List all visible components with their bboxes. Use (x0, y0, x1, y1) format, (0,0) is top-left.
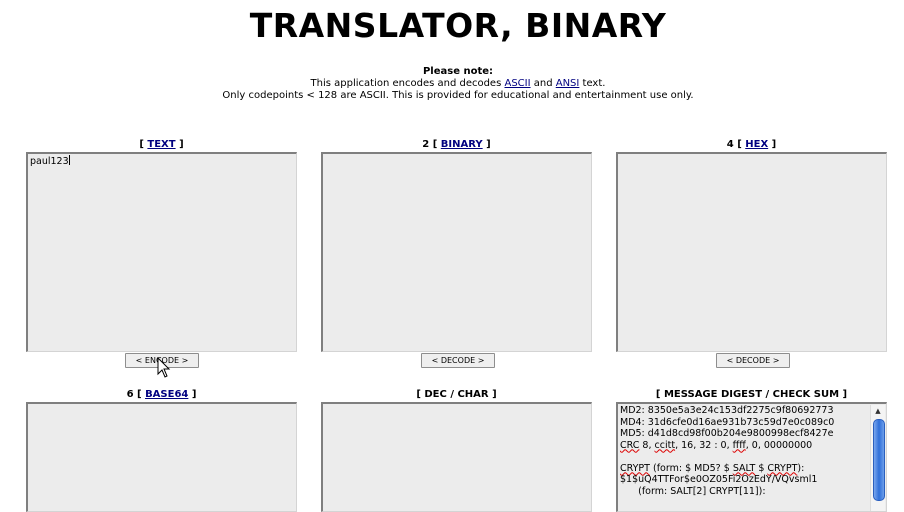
scroll-thumb[interactable] (873, 419, 885, 501)
crypt-text: ): (797, 462, 805, 474)
crypt-crypt: CRYPT (767, 462, 798, 474)
crypt-text: (form: $ MD5? $ (649, 462, 733, 474)
ansi-link[interactable]: ANSI (556, 78, 580, 89)
crc-label: CRC (620, 439, 640, 451)
notice-heading: Please note: (422, 66, 494, 77)
hex-link[interactable]: HEX (745, 139, 768, 150)
md2-line: MD2: 8350e5a3e24c153df2275c9f80692773 (620, 405, 834, 416)
text-input-value: paul123 (30, 156, 69, 167)
scroll-up-icon[interactable]: ▲ (871, 405, 885, 417)
crc-text: , 16, 32 : 0, (675, 439, 733, 451)
label-bracket: ] (175, 139, 184, 150)
label-bracket: 6 [ (126, 389, 146, 400)
crc-ffff: ffff (732, 439, 746, 451)
digest-scrollbar[interactable]: ▲ (870, 405, 885, 511)
decchar-input[interactable] (321, 402, 592, 512)
crypt-form2: (form: SALT[2] CRYPT[11]): (620, 485, 766, 497)
label-bracket: ] (768, 139, 777, 150)
crypt-value: $1$uQ4TTFor$e0OZ05Fi2OzEdY/VQvsml1 (620, 474, 818, 485)
text-caret (68, 155, 70, 165)
label-bracket: ] (188, 389, 197, 400)
crc-text: 8, (639, 439, 655, 451)
crc-ccitt: ccitt (654, 439, 676, 451)
digest-panel-label: [ MESSAGE DIGEST / CHECK SUM ] (655, 389, 848, 400)
crc-line: CRC 8, ccitt, 16, 32 : 0, ffff, 0, 00000… (620, 440, 870, 452)
decode-binary-button[interactable]: < DECODE > (421, 353, 495, 368)
hex-panel-label: 4 [ HEX ] (616, 139, 887, 150)
crypt-line: CRYPT (form: $ MD5? $ SALT $ CRYPT): (620, 463, 870, 475)
crypt-salt: SALT (732, 462, 756, 474)
notice-text: text. (579, 78, 606, 89)
hex-input[interactable] (616, 152, 887, 352)
crc-text: , 0, 00000000 (745, 439, 813, 451)
decode-hex-button[interactable]: < DECODE > (716, 353, 790, 368)
base64-input[interactable] (26, 402, 297, 512)
md5-line: MD5: d41d8cd98f00b204e9800998ecf8427e (620, 428, 834, 439)
label-bracket: ] (482, 139, 491, 150)
digest-output[interactable]: MD2: 8350e5a3e24c153df2275c9f80692773 MD4… (616, 402, 887, 512)
text-link[interactable]: TEXT (147, 139, 175, 150)
crypt-text: $ (755, 462, 768, 474)
label-bracket: 2 [ (422, 139, 441, 150)
crypt-label: CRYPT (620, 462, 650, 474)
binary-input[interactable] (321, 152, 592, 352)
decchar-panel-label: [ DEC / CHAR ] (416, 389, 497, 400)
mouse-pointer-icon (157, 357, 171, 378)
binary-panel-label: 2 [ BINARY ] (321, 139, 592, 150)
base64-link[interactable]: BASE64 (145, 389, 188, 400)
notice-text: This application encodes and decodes (310, 78, 505, 89)
text-input[interactable]: paul123 (26, 152, 297, 352)
page-title: TRANSLATOR, BINARY (249, 6, 667, 45)
notice: Please note: This application encodes an… (0, 66, 904, 102)
binary-link[interactable]: BINARY (441, 139, 483, 150)
notice-text: and (530, 78, 556, 89)
ascii-link[interactable]: ASCII (504, 78, 530, 89)
notice-line-2: Only codepoints < 128 are ASCII. This is… (222, 90, 694, 101)
notice-line-1: This application encodes and decodes ASC… (0, 78, 904, 90)
md4-line: MD4: 31d6cfe0d16ae931b73c59d7e0c089c0 (620, 416, 835, 428)
base64-panel-label: 6 [ BASE64 ] (26, 389, 297, 400)
text-panel-label: [ TEXT ] (26, 139, 297, 150)
label-bracket: 4 [ (726, 139, 746, 150)
